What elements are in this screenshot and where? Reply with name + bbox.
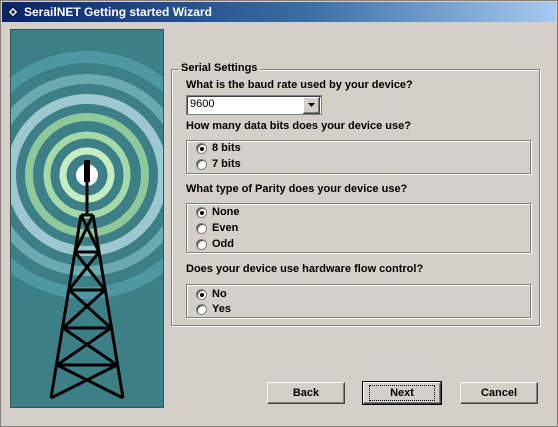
window-title: SerailNET Getting started Wizard — [24, 5, 212, 19]
next-button-label: Next — [369, 385, 435, 401]
wizard-app-icon[interactable] — [6, 5, 20, 19]
baud-rate-value: 9600 — [190, 98, 215, 110]
serial-settings-title: Serial Settings — [178, 62, 261, 74]
radio-7-bits[interactable]: 7 bits — [196, 157, 241, 171]
radio-unselected-icon — [196, 158, 207, 170]
radio-parity-even-label: Even — [212, 222, 239, 234]
back-button[interactable]: Back — [267, 382, 345, 404]
radio-parity-even[interactable]: Even — [196, 221, 238, 235]
radio-8-bits-label: 8 bits — [212, 142, 241, 154]
radio-parity-odd[interactable]: Odd — [196, 237, 234, 251]
radio-flow-yes[interactable]: Yes — [196, 302, 231, 316]
chevron-down-icon[interactable] — [303, 97, 320, 114]
flow-control-options — [186, 284, 531, 318]
flow-control-question: Does your device use hardware flow contr… — [186, 263, 424, 275]
radio-selected-icon — [196, 142, 207, 154]
next-button[interactable]: Next — [362, 381, 442, 405]
parity-question: What type of Parity does your device use… — [186, 183, 408, 195]
radio-flow-no-label: No — [212, 288, 227, 300]
radio-8-bits[interactable]: 8 bits — [196, 141, 241, 155]
baud-rate-select[interactable]: 9600 — [186, 95, 322, 115]
data-bits-question: How many data bits does your device use? — [186, 120, 411, 132]
baud-rate-question: What is the baud rate used by your devic… — [186, 79, 413, 91]
radio-parity-odd-label: Odd — [212, 238, 234, 250]
back-button-label: Back — [292, 387, 320, 399]
radio-parity-none[interactable]: None — [196, 205, 240, 219]
radio-parity-none-label: None — [212, 206, 240, 218]
radio-unselected-icon — [196, 238, 207, 250]
radio-tower-image — [0, 29, 211, 408]
title-bar[interactable]: SerailNET Getting started Wizard — [2, 2, 556, 22]
radio-7-bits-label: 7 bits — [212, 158, 241, 170]
radio-unselected-icon — [196, 222, 207, 234]
radio-unselected-icon — [196, 303, 207, 315]
cancel-button-label: Cancel — [480, 387, 518, 399]
radio-flow-no[interactable]: No — [196, 287, 227, 301]
radio-selected-icon — [196, 206, 207, 218]
radio-flow-yes-label: Yes — [212, 303, 231, 315]
radio-selected-icon — [196, 288, 207, 300]
cancel-button[interactable]: Cancel — [460, 382, 538, 404]
